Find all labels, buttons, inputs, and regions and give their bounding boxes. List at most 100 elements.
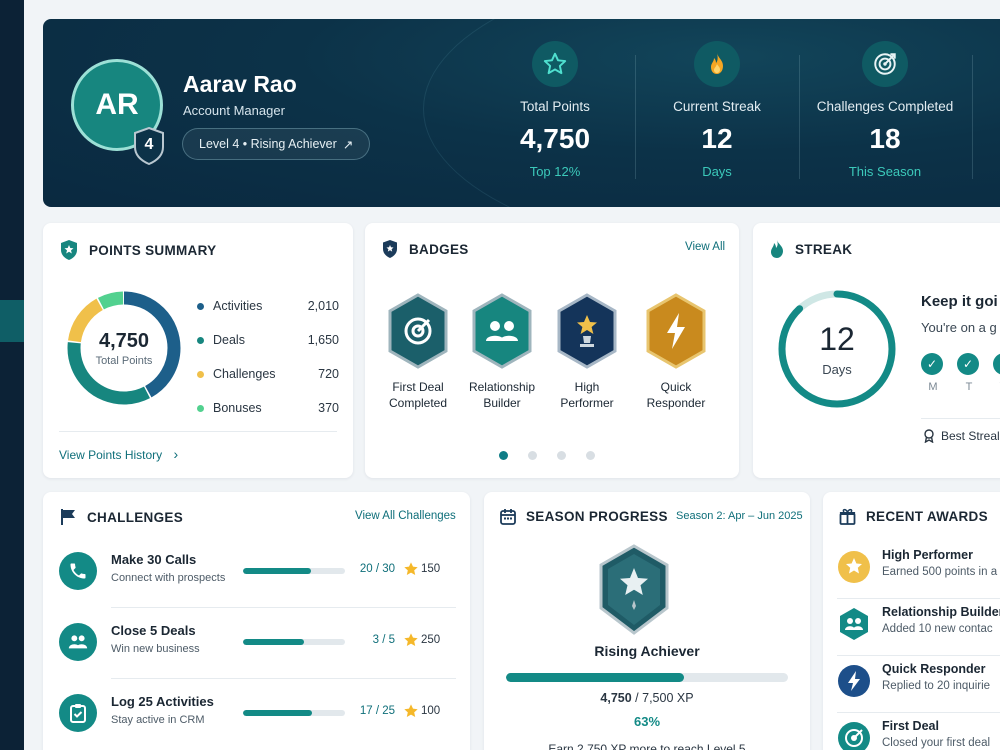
legend-row-activities: Activities 2,010 [197, 289, 339, 323]
calendar-icon [500, 509, 516, 525]
stat-value: 18 [869, 123, 901, 154]
check-icon: ✓ [921, 353, 943, 375]
badge-relationship-builder[interactable]: Relationship Builder [457, 293, 547, 411]
pagination-dot[interactable] [586, 451, 595, 460]
star-icon [404, 562, 418, 575]
streak-headline: Keep it goi [921, 293, 998, 310]
badge-high-performer[interactable]: High Performer [542, 293, 632, 411]
gift-icon [839, 508, 856, 525]
star-icon [838, 551, 870, 583]
badges-view-all-link[interactable]: View All [685, 241, 725, 253]
challenge-subtitle: Stay active in CRM [111, 714, 205, 726]
recent-awards-title: RECENT AWARDS [839, 508, 988, 525]
check-icon: ✓ [957, 353, 979, 375]
stat-sub: Top 12% [529, 164, 581, 179]
view-all-challenges-link[interactable]: View All Challenges [355, 510, 456, 522]
pagination-dot[interactable] [557, 451, 566, 460]
people-icon [59, 623, 97, 661]
badge-first-deal[interactable]: First Deal Completed [373, 293, 463, 411]
recent-awards-card: RECENT AWARDS High Performer Earned 500 … [823, 492, 1000, 750]
people-icon [840, 608, 868, 640]
award-title: Relationship Builder [882, 605, 1000, 619]
star-icon [404, 633, 418, 646]
season-progress-bar [506, 673, 788, 682]
shield-star-icon [61, 240, 77, 260]
award-subtitle: Replied to 20 inquirie [882, 680, 991, 692]
level-number: 4 [144, 136, 154, 153]
award-row[interactable]: High Performer Earned 500 points in a [837, 544, 1000, 594]
legend-row-deals: Deals 1,650 [197, 323, 339, 357]
challenges-title: CHALLENGES [59, 508, 183, 526]
sidebar-active-item[interactable] [0, 300, 24, 342]
shield-icon [383, 240, 397, 258]
challenges-card: CHALLENGES View All Challenges Make 30 C… [43, 492, 470, 750]
challenge-subtitle: Win new business [111, 643, 200, 655]
award-row[interactable]: Quick Responder Replied to 20 inquirie [837, 658, 1000, 708]
main-content: AR 4 Aarav Rao Account Manager Level 4 •… [24, 0, 1000, 750]
weekday-check-tue: ✓ T [957, 353, 981, 393]
badges-pagination [499, 451, 595, 460]
view-points-history-link[interactable]: View Points History › [59, 446, 178, 462]
stat-label: Total Points [520, 99, 590, 114]
streak-card: STREAK 12 Days Keep it goi You're on a g… [753, 223, 1000, 478]
flame-icon [694, 41, 740, 87]
pagination-dot[interactable] [499, 451, 508, 460]
challenge-row[interactable]: Log 25 Activities Stay active in CRM 17 … [59, 686, 454, 742]
stat-value: 12 [701, 123, 733, 154]
arrow-up-right-icon: ↗ [342, 137, 354, 152]
season-level-name: Rising Achiever [594, 643, 700, 659]
donut-total-label: Total Points [95, 354, 153, 367]
award-title: High Performer [882, 548, 973, 562]
award-title: First Deal [882, 719, 939, 733]
people-icon [471, 293, 533, 369]
award-subtitle: Closed your first deal [882, 737, 991, 749]
best-streak: Best Streal [923, 429, 1000, 443]
legend-row-bonuses: Bonuses 370 [197, 391, 339, 425]
award-row[interactable]: Relationship Builder Added 10 new contac [837, 601, 1000, 651]
points-legend: Activities 2,010 Deals 1,650 Challenges 720… [197, 289, 339, 425]
level-pill[interactable]: Level 4 • Rising Achiever ↗ [182, 128, 371, 160]
challenge-progress-text: 20 / 30 [359, 563, 395, 575]
challenge-row[interactable]: Close 5 Deals Win new business 3 / 5 250 [59, 615, 454, 671]
weekday-check-mon: ✓ M [921, 353, 945, 393]
bolt-icon [838, 665, 870, 697]
streak-days-label: Days [822, 362, 852, 377]
challenge-title: Log 25 Activities [111, 694, 214, 709]
flag-icon [61, 509, 75, 525]
streak-subline: You're on a g [921, 320, 997, 335]
challenge-points: 150 [421, 563, 441, 575]
season-xp: 4,750 / 7,500 XP [600, 691, 694, 705]
trophy-icon [556, 293, 618, 369]
challenge-progress-bar [243, 568, 345, 574]
points-summary-card: POINTS SUMMARY 4,750 Total Points Activi… [43, 223, 353, 478]
award-row[interactable]: First Deal Closed your first deal [837, 715, 1000, 750]
challenge-title: Make 30 Calls [111, 552, 197, 567]
star-icon [404, 704, 418, 717]
challenge-progress-bar [243, 639, 345, 645]
target-icon [838, 722, 870, 750]
pagination-dot[interactable] [528, 451, 537, 460]
streak-title: STREAK [769, 239, 852, 259]
donut-total: 4,750 [98, 329, 150, 352]
challenge-subtitle: Connect with prospects [111, 572, 226, 584]
profile-hero: AR 4 Aarav Rao Account Manager Level 4 •… [43, 19, 1000, 207]
medal-icon [924, 429, 934, 443]
challenge-progress-text: 3 / 5 [372, 634, 395, 646]
challenge-points: 100 [421, 705, 441, 717]
level-label: Level 4 • Rising Achiever [199, 137, 337, 151]
level-shield-icon: 4 [133, 127, 165, 165]
challenge-title: Close 5 Deals [111, 623, 196, 638]
stat-value: 4,750 [519, 123, 591, 154]
award-subtitle: Added 10 new contac [882, 623, 993, 635]
badge-quick-responder[interactable]: Quick Responder [631, 293, 721, 411]
flame-icon [771, 240, 783, 258]
points-summary-title: POINTS SUMMARY [59, 239, 216, 261]
chevron-right-icon: › [173, 446, 179, 462]
user-role: Account Manager [183, 103, 285, 118]
stat-total-points: Total Points 4,750 Top 12% [475, 41, 635, 179]
challenge-row[interactable]: Make 30 Calls Connect with prospects 20 … [59, 544, 454, 600]
legend-row-challenges: Challenges 720 [197, 357, 339, 391]
award-title: Quick Responder [882, 662, 986, 676]
stat-sub: This Season [848, 164, 922, 179]
stat-current-streak: Current Streak 12 Days [637, 41, 797, 179]
